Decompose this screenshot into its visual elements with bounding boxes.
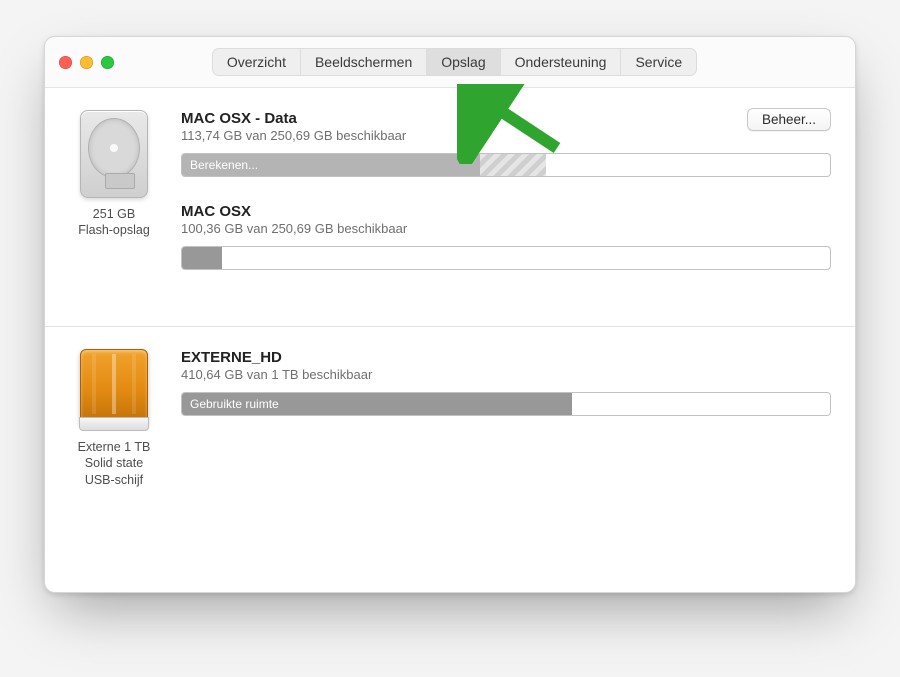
volume-ext-segment-label: Gebruikte ruimte: [190, 397, 279, 411]
external-drive-type1: Solid state: [85, 456, 143, 470]
volume-data-segment-label: Berekenen...: [190, 158, 258, 172]
window-controls: [59, 56, 120, 69]
internal-drive-type: Flash-opslag: [78, 223, 150, 237]
external-drive-size: Externe 1 TB: [78, 440, 151, 454]
minimize-window-button[interactable]: [80, 56, 93, 69]
external-drive-type2: USB-schijf: [85, 473, 143, 487]
volume-data-used-segment: Berekenen...: [182, 154, 488, 176]
tab-storage[interactable]: Opslag: [427, 49, 500, 75]
volume-system-subtitle: 100,36 GB van 250,69 GB beschikbaar: [181, 221, 831, 236]
volume-system-usage-bar: [181, 246, 831, 270]
tab-overview[interactable]: Overzicht: [213, 49, 301, 75]
titlebar: Overzicht Beeldschermen Opslag Ondersteu…: [45, 37, 855, 88]
internal-drive-section: 251 GB Flash-opslag Beheer... MAC OSX - …: [69, 110, 831, 270]
external-drive-icon-col: Externe 1 TB Solid state USB-schijf: [69, 349, 159, 488]
manage-button[interactable]: Beheer...: [747, 108, 831, 131]
internal-drive-label: 251 GB Flash-opslag: [78, 206, 150, 239]
close-window-button[interactable]: [59, 56, 72, 69]
volume-system-name: MAC OSX: [181, 203, 831, 220]
tab-service[interactable]: Service: [621, 49, 696, 75]
about-this-mac-storage-window: Overzicht Beeldschermen Opslag Ondersteu…: [44, 36, 856, 593]
tab-displays[interactable]: Beeldschermen: [301, 49, 427, 75]
volume-data-subtitle: 113,74 GB van 250,69 GB beschikbaar: [181, 128, 831, 143]
volume-ext-subtitle: 410,64 GB van 1 TB beschikbaar: [181, 367, 831, 382]
volume-ext-usage-bar: Gebruikte ruimte: [181, 392, 831, 416]
external-drive-section: Externe 1 TB Solid state USB-schijf EXTE…: [69, 349, 831, 488]
internal-drive-size: 251 GB: [93, 207, 135, 221]
volume-system-used-segment: [182, 247, 222, 269]
volume-ext-name: EXTERNE_HD: [181, 349, 831, 366]
external-drive-icon: [80, 349, 148, 425]
tab-bar: Overzicht Beeldschermen Opslag Ondersteu…: [212, 48, 697, 76]
internal-drive-icon-col: 251 GB Flash-opslag: [69, 110, 159, 239]
volume-data-name: MAC OSX - Data: [181, 110, 831, 127]
tab-support[interactable]: Ondersteuning: [501, 49, 622, 75]
volume-ext-used-segment: Gebruikte ruimte: [182, 393, 572, 415]
storage-content: 251 GB Flash-opslag Beheer... MAC OSX - …: [45, 88, 855, 593]
zoom-window-button[interactable]: [101, 56, 114, 69]
external-drive-label: Externe 1 TB Solid state USB-schijf: [78, 439, 151, 488]
hdd-icon: [80, 110, 148, 198]
volume-data-usage-bar: Berekenen...: [181, 153, 831, 177]
volume-data-calculating-segment: [480, 154, 546, 176]
